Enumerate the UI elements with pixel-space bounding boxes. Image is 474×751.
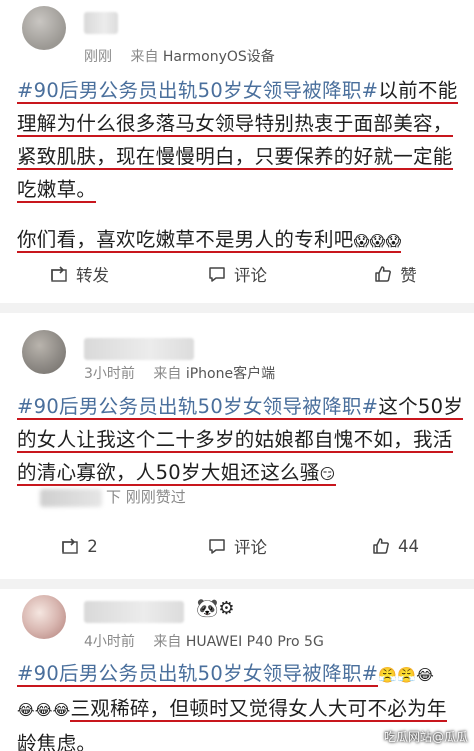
emoji: 😤😤😂 <box>378 666 435 684</box>
liked-by-row[interactable]: 下 刚刚赞过 <box>40 486 186 507</box>
repost-label: 转发 <box>76 266 109 285</box>
post-time: 4小时前 <box>84 634 135 650</box>
liked-by-text: 刚刚赞过 <box>125 488 186 506</box>
post-time: 刚刚 <box>84 49 112 65</box>
comment-label: 评论 <box>234 538 267 557</box>
source-device[interactable]: iPhone客户端 <box>186 366 275 382</box>
source-device[interactable]: HarmonyOS设备 <box>163 49 275 65</box>
username-blurred[interactable] <box>84 338 194 360</box>
watermark: 吃瓜网站@瓜瓜 <box>383 730 468 744</box>
weibo-post-1: 刚刚 来自 HarmonyOS设备 #90后男公务员出轨50岁女领导被降职#以前… <box>0 0 474 303</box>
like-button[interactable]: 44 <box>316 526 474 566</box>
source-prefix: 来自 <box>153 634 182 650</box>
source-prefix: 来自 <box>153 366 182 382</box>
body-line: 理解为什么很多落马女领导特别热衷于面部美容， <box>17 112 453 137</box>
comment-icon <box>209 267 225 282</box>
action-bar: 2 评论 44 <box>0 526 474 566</box>
username-blurred[interactable] <box>84 601 184 623</box>
body-line: 这个50岁 <box>378 395 464 418</box>
weibo-post-2: 3小时前 来自 iPhone客户端 #90后男公务员出轨50岁女领导被降职#这个… <box>0 313 474 579</box>
body-line: 吃嫩草。 <box>17 178 97 203</box>
repost-button[interactable]: 2 <box>0 526 158 566</box>
avatar[interactable] <box>22 330 66 374</box>
post-time: 3小时前 <box>84 366 135 382</box>
avatar[interactable] <box>22 595 66 639</box>
username-blurred[interactable] <box>84 12 118 34</box>
source-prefix: 来自 <box>130 49 159 65</box>
body-line: 三观稀碎，但顿时又觉得女人大可不必为年 <box>70 697 447 722</box>
repost-count: 2 <box>87 536 98 556</box>
action-bar: 转发 评论 赞 <box>0 254 474 294</box>
body-line: 的清心寡欲，人50岁大姐还这么骚 <box>17 461 320 484</box>
repost-icon <box>62 538 78 554</box>
repost-button[interactable]: 转发 <box>0 254 158 294</box>
emoji: 😏 <box>319 465 336 483</box>
post-meta: 刚刚 来自 HarmonyOS设备 <box>84 46 275 66</box>
like-count: 44 <box>398 536 419 556</box>
source-device[interactable]: HUAWEI P40 Pro 5G <box>186 634 324 650</box>
hashtag[interactable]: #90后男公务员出轨50岁女领导被降职# <box>17 662 378 685</box>
emoji: 😂😂😂 <box>17 701 71 719</box>
liked-prefix: 下 <box>106 488 122 506</box>
hashtag[interactable]: #90后男公务员出轨50岁女领导被降职# <box>17 395 378 418</box>
comment-icon <box>209 539 225 554</box>
comment-label: 评论 <box>234 266 267 285</box>
post-body: #90后男公务员出轨50岁女领导被降职#以前不能 理解为什么很多落马女领导特别热… <box>17 74 458 258</box>
user-badges: 🐼⚙ <box>196 598 235 619</box>
like-button[interactable]: 赞 <box>316 254 474 294</box>
body-line: 的女人让我这个二十多岁的姑娘都自愧不如，我活 <box>17 428 453 453</box>
hashtag[interactable]: #90后男公务员出轨50岁女领导被降职# <box>17 79 378 102</box>
body-line: 你们看，喜欢吃嫩草不是男人的专利吧 <box>17 228 354 251</box>
liked-by-user-blurred <box>40 488 102 507</box>
like-label: 赞 <box>400 266 417 285</box>
avatar[interactable] <box>22 6 66 50</box>
post-meta: 4小时前 来自 HUAWEI P40 Pro 5G <box>84 631 324 651</box>
body-line: 以前不能 <box>378 79 458 102</box>
repost-icon <box>51 266 67 282</box>
post-meta: 3小时前 来自 iPhone客户端 <box>84 363 275 383</box>
comment-button[interactable]: 评论 <box>158 254 316 294</box>
body-line: 紧致肌肤，现在慢慢明白，只要保养的好就一定能 <box>17 145 453 170</box>
comment-button[interactable]: 评论 <box>158 526 316 566</box>
body-line: 龄焦虑。 <box>17 732 97 751</box>
weibo-post-3: 🐼⚙ 4小时前 来自 HUAWEI P40 Pro 5G #90后男公务员出轨5… <box>0 589 474 751</box>
thumbs-up-icon <box>373 538 389 554</box>
post-body: #90后男公务员出轨50岁女领导被降职#这个50岁 的女人让我这个二十多岁的姑娘… <box>17 390 464 491</box>
thumbs-up-icon <box>375 266 392 282</box>
